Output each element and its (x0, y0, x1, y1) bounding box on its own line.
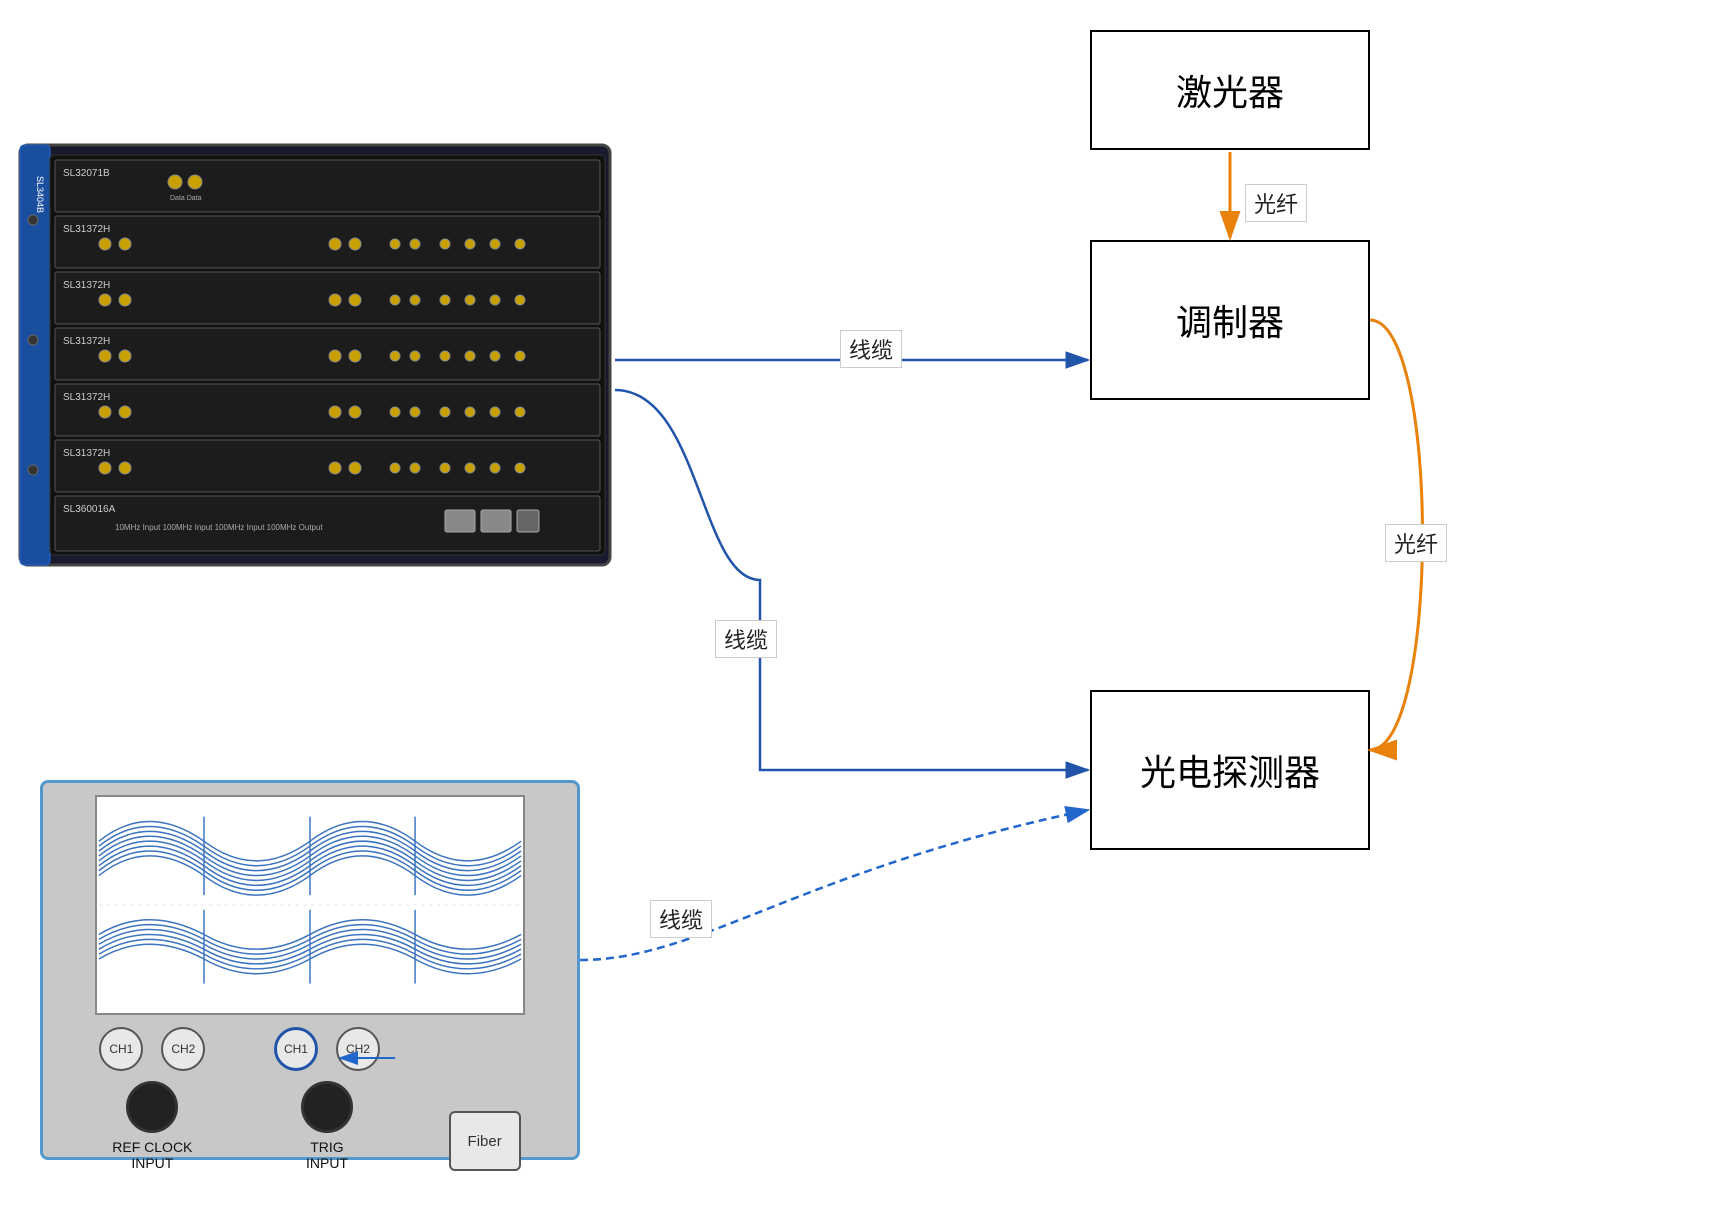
laser-label: 激光器 (1176, 64, 1284, 116)
trig-knob[interactable] (301, 1081, 353, 1133)
ch2-in-btn[interactable]: CH2 (336, 1027, 380, 1071)
svg-text:SL31372H: SL31372H (63, 448, 110, 459)
ch2-out-btn[interactable]: CH2 (161, 1027, 205, 1071)
input-button-group: CH1 CH2 TRIGINPUT (274, 1027, 380, 1171)
svg-text:SL3404B: SL3404B (35, 176, 45, 213)
scope-panel: CH1 CH2 REF CLOCKINPUT CH1 CH2 (40, 780, 580, 1160)
output-button-group: CH1 CH2 REF CLOCKINPUT (99, 1027, 205, 1171)
fiber1-label: 光纤 (1245, 184, 1307, 222)
ch2-out-label: CH2 (171, 1042, 195, 1056)
fiber-button-group: Fiber (449, 1111, 521, 1171)
cable3-label: 线缆 (650, 900, 712, 938)
svg-text:SL360016A: SL360016A (63, 504, 116, 515)
ref-clock-label: REF CLOCKINPUT (112, 1139, 192, 1171)
svg-text:SL31372H: SL31372H (63, 392, 110, 403)
scope-screen (95, 795, 525, 1015)
main-container: 激光器 调制器 光电探测器 SL32071B Data Data SL31372… (0, 0, 1717, 1226)
laser-box: 激光器 (1090, 30, 1370, 150)
modulator-box: 调制器 (1090, 240, 1370, 400)
cable2-label: 线缆 (715, 620, 777, 658)
svg-text:Data Data: Data Data (170, 195, 202, 202)
svg-text:SL32071B: SL32071B (63, 168, 110, 179)
ch1-in-label: CH1 (284, 1042, 308, 1056)
ref-clock-knob[interactable] (126, 1081, 178, 1133)
ch2-in-label: CH2 (346, 1042, 370, 1056)
modulator-label: 调制器 (1176, 294, 1284, 346)
svg-text:SL31372H: SL31372H (63, 280, 110, 291)
cable1-label: 线缆 (840, 330, 902, 368)
svg-text:10MHz Input 100MHz Input 100: 10MHz Input 100MHz Input 100MHz Input 10… (115, 523, 323, 532)
detector-label: 光电探测器 (1140, 744, 1320, 796)
ch1-out-label: CH1 (109, 1042, 133, 1056)
ch1-out-btn[interactable]: CH1 (99, 1027, 143, 1071)
rack-panel: SL32071B Data Data SL31372H SL31372H (15, 140, 615, 570)
svg-text:SL31372H: SL31372H (63, 224, 110, 235)
trig-input-label: TRIGINPUT (306, 1139, 348, 1171)
fiber2-label: 光纤 (1385, 524, 1447, 562)
fiber-label: Fiber (468, 1133, 502, 1150)
svg-text:SL31372H: SL31372H (63, 336, 110, 347)
ch1-in-btn[interactable]: CH1 (274, 1027, 318, 1071)
fiber-btn[interactable]: Fiber (449, 1111, 521, 1171)
detector-box: 光电探测器 (1090, 690, 1370, 850)
scope-controls: CH1 CH2 REF CLOCKINPUT CH1 CH2 (55, 1027, 565, 1171)
